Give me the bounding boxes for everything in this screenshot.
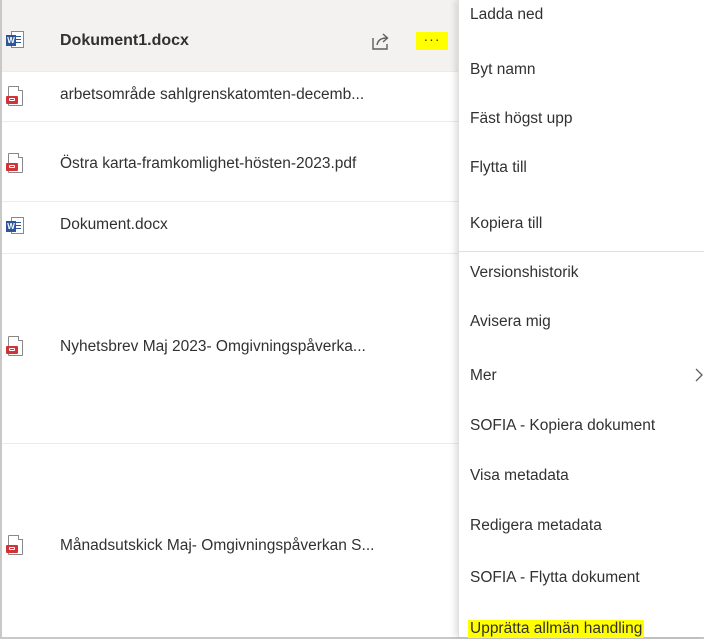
- file-name[interactable]: Dokument1.docx: [60, 32, 189, 50]
- menu-item-alert-me[interactable]: Avisera mig: [459, 300, 704, 352]
- share-icon[interactable]: [368, 30, 392, 52]
- menu-item-download[interactable]: Ladda ned: [459, 0, 704, 30]
- menu-item-view-metadata[interactable]: Visa metadata: [459, 452, 704, 502]
- menu-item-move-to[interactable]: Flytta till: [459, 140, 704, 190]
- menu-item-sofia-move-document[interactable]: SOFIA - Flytta dokument: [459, 552, 704, 604]
- file-row[interactable]: arbetsområde sahlgrenskatomten-decemb...: [2, 72, 458, 122]
- pdf-file-icon: [6, 86, 26, 108]
- file-name[interactable]: Östra karta-framkomlighet-hösten-2023.pd…: [60, 155, 356, 173]
- file-row-dokument1[interactable]: W Dokument1.docx ···: [2, 0, 458, 72]
- file-name[interactable]: Dokument.docx: [60, 216, 168, 234]
- pdf-file-icon: [6, 336, 26, 358]
- menu-item-sofia-copy-document[interactable]: SOFIA - Kopiera dokument: [459, 402, 704, 452]
- file-row[interactable]: Månadsutskick Maj- Omgivningspåverkan S.…: [2, 444, 458, 637]
- file-row[interactable]: Östra karta-framkomlighet-hösten-2023.pd…: [2, 122, 458, 202]
- menu-item-more[interactable]: Mer: [459, 352, 704, 402]
- more-actions-button[interactable]: ···: [416, 32, 448, 50]
- menu-item-rename[interactable]: Byt namn: [459, 30, 704, 80]
- file-name[interactable]: Månadsutskick Maj- Omgivningspåverkan S.…: [60, 537, 374, 555]
- file-name[interactable]: Nyhetsbrev Maj 2023- Omgivningspåverka..…: [60, 338, 366, 356]
- menu-item-create-public-record[interactable]: Upprätta allmän handling: [459, 604, 704, 638]
- pdf-file-icon: [6, 153, 26, 175]
- menu-item-pin-to-top[interactable]: Fäst högst upp: [459, 80, 704, 140]
- chevron-right-icon: [695, 368, 703, 382]
- pdf-file-icon: [6, 535, 26, 557]
- file-row[interactable]: Nyhetsbrev Maj 2023- Omgivningspåverka..…: [2, 254, 458, 444]
- menu-item-version-history[interactable]: Versionshistorik: [459, 252, 704, 300]
- menu-item-edit-metadata[interactable]: Redigera metadata: [459, 502, 704, 552]
- menu-item-copy-to[interactable]: Kopiera till: [459, 190, 704, 240]
- context-menu: Ladda ned Byt namn Fäst högst upp Flytta…: [458, 0, 704, 638]
- file-name[interactable]: arbetsområde sahlgrenskatomten-decemb...: [60, 86, 364, 104]
- file-list: W Dokument1.docx ··· arbetsområde sahlgr…: [2, 0, 458, 637]
- word-file-icon: W: [6, 216, 26, 238]
- word-file-icon: W: [6, 30, 26, 52]
- file-row[interactable]: W Dokument.docx: [2, 202, 458, 254]
